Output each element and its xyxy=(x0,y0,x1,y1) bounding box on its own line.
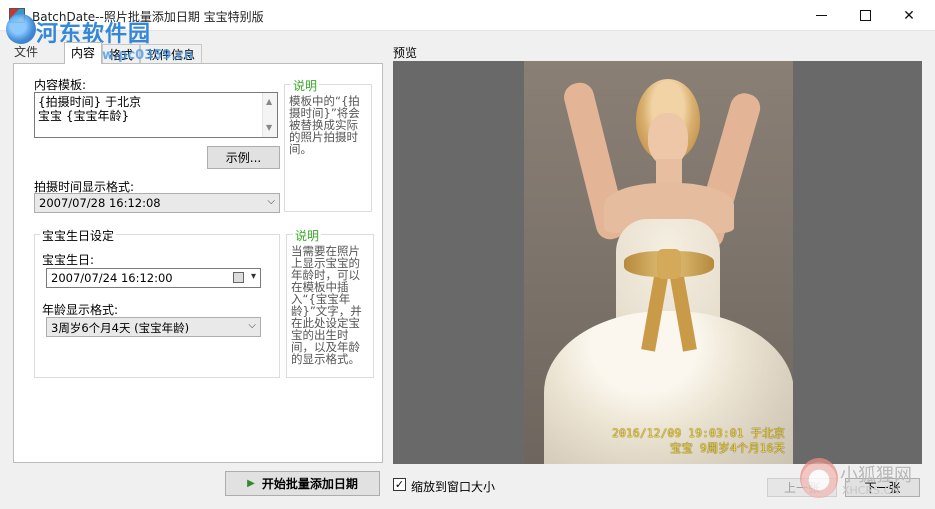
tab-page-content: 内容模板: {拍摄时间} 于北京 宝宝 {宝宝年龄} ▲ ▼ 说明 模板中的“{… xyxy=(13,63,383,463)
baby-group: 宝宝生日设定 宝宝生日: 2007/07/24 16:12:00 ▾ 年龄显示格… xyxy=(34,227,280,378)
calendar-icon[interactable] xyxy=(233,272,244,283)
close-button[interactable]: ✕ xyxy=(886,0,932,31)
baby-group-title: 宝宝生日设定 xyxy=(40,227,117,244)
scroll-up-icon[interactable]: ▲ xyxy=(266,95,272,109)
photo-bow-knot xyxy=(657,249,681,279)
tab-strip: 内容 格式 软件信息 xyxy=(64,42,203,64)
tab-format[interactable]: 格式 xyxy=(102,44,141,64)
note1-box: 说明 模板中的“{拍摄时间}”将会被替换成实际的照片拍摄时间。 xyxy=(284,77,372,212)
play-icon: ▶ xyxy=(247,478,255,489)
minimize-button[interactable] xyxy=(798,0,844,31)
shot-format-select[interactable]: 2007/07/28 16:12:08 ⌵ xyxy=(34,193,280,213)
close-icon: ✕ xyxy=(903,7,915,24)
start-batch-button[interactable]: ▶ 开始批量添加日期 xyxy=(225,471,380,496)
fit-window-checkbox[interactable]: ✓ xyxy=(393,478,406,491)
fit-window-label[interactable]: 缩放到窗口大小 xyxy=(411,478,495,495)
photo-face xyxy=(648,113,688,165)
note2-box: 说明 当需要在照片上显示宝宝的年龄时，可以在模板中插入“{宝宝年龄}”文字，并在… xyxy=(286,227,374,378)
title-bar: BatchDate--照片批量添加日期 宝宝特别版 ✕ xyxy=(0,0,935,31)
age-format-value: 3周岁6个月4天 (宝宝年龄) xyxy=(51,321,190,335)
dropdown-arrow-icon[interactable]: ▾ xyxy=(251,271,256,282)
birthday-value: 2007/07/24 16:12:00 xyxy=(51,271,173,285)
preview-photo: 2016/12/09 19:03:01 于北京 宝宝 9周岁4个月16天 xyxy=(524,61,793,464)
start-batch-label: 开始批量添加日期 xyxy=(261,477,358,491)
tab-software-info[interactable]: 软件信息 xyxy=(140,44,203,64)
template-label: 内容模板: xyxy=(34,78,87,92)
preview-label: 预览 xyxy=(393,46,418,60)
scroll-down-icon[interactable]: ▼ xyxy=(266,121,272,135)
minimize-icon xyxy=(815,15,827,16)
date-stamp-line-2: 宝宝 9周岁4个月16天 xyxy=(669,441,785,455)
age-format-label: 年龄显示格式: xyxy=(42,303,119,317)
maximize-button[interactable] xyxy=(842,0,888,31)
maximize-icon xyxy=(859,10,871,21)
birthday-picker[interactable]: 2007/07/24 16:12:00 ▾ xyxy=(46,268,261,288)
app-icon xyxy=(9,8,25,23)
menu-file[interactable]: 文件 xyxy=(14,43,38,60)
preview-area: 2016/12/09 19:03:01 于北京 宝宝 9周岁4个月16天 xyxy=(393,61,922,464)
template-textarea[interactable]: {拍摄时间} 于北京 宝宝 {宝宝年龄} ▲ ▼ xyxy=(34,92,278,138)
shot-format-value: 2007/07/28 16:12:08 xyxy=(39,196,161,210)
template-line-1: {拍摄时间} 于北京 xyxy=(38,95,142,109)
fox-site-url: XHCRS.CN xyxy=(842,484,900,497)
tab-content[interactable]: 内容 xyxy=(64,42,103,64)
note1-text: 模板中的“{拍摄时间}”将会被替换成实际的照片拍摄时间。 xyxy=(289,94,360,156)
age-format-select[interactable]: 3周岁6个月4天 (宝宝年龄) ⌵ xyxy=(46,317,261,337)
template-line-2: 宝宝 {宝宝年龄} xyxy=(38,109,130,123)
chevron-down-icon: ⌵ xyxy=(267,196,275,207)
window-title: BatchDate--照片批量添加日期 宝宝特别版 xyxy=(32,10,264,24)
textarea-scrollbar[interactable]: ▲ ▼ xyxy=(262,93,277,137)
note1-title: 说明 xyxy=(291,77,320,94)
note2-text: 当需要在照片上显示宝宝的年龄时，可以在模板中插入“{宝宝年龄}”文字，并在此处设… xyxy=(291,244,362,366)
fox-logo-icon xyxy=(800,458,838,498)
example-button[interactable]: 示例... xyxy=(207,146,280,169)
note2-title: 说明 xyxy=(293,227,322,244)
chevron-down-icon: ⌵ xyxy=(248,320,256,331)
birthday-label: 宝宝生日: xyxy=(42,253,95,267)
date-stamp-line-1: 2016/12/09 19:03:01 于北京 xyxy=(612,426,785,440)
